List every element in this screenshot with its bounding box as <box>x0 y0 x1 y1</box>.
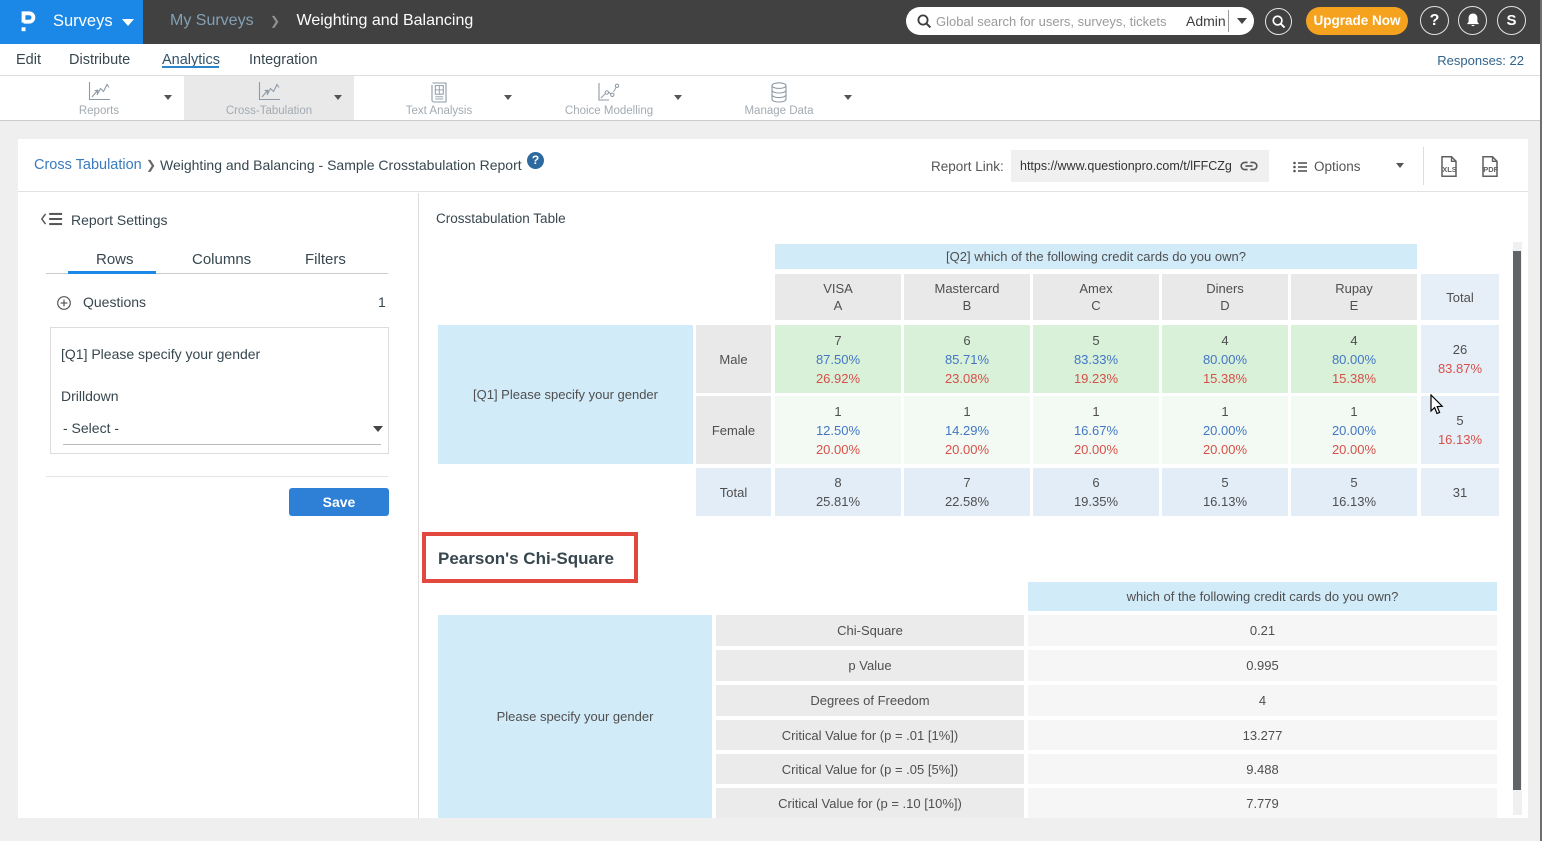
svg-text:PDF: PDF <box>1483 165 1498 174</box>
svg-text:XLS: XLS <box>1442 165 1457 174</box>
